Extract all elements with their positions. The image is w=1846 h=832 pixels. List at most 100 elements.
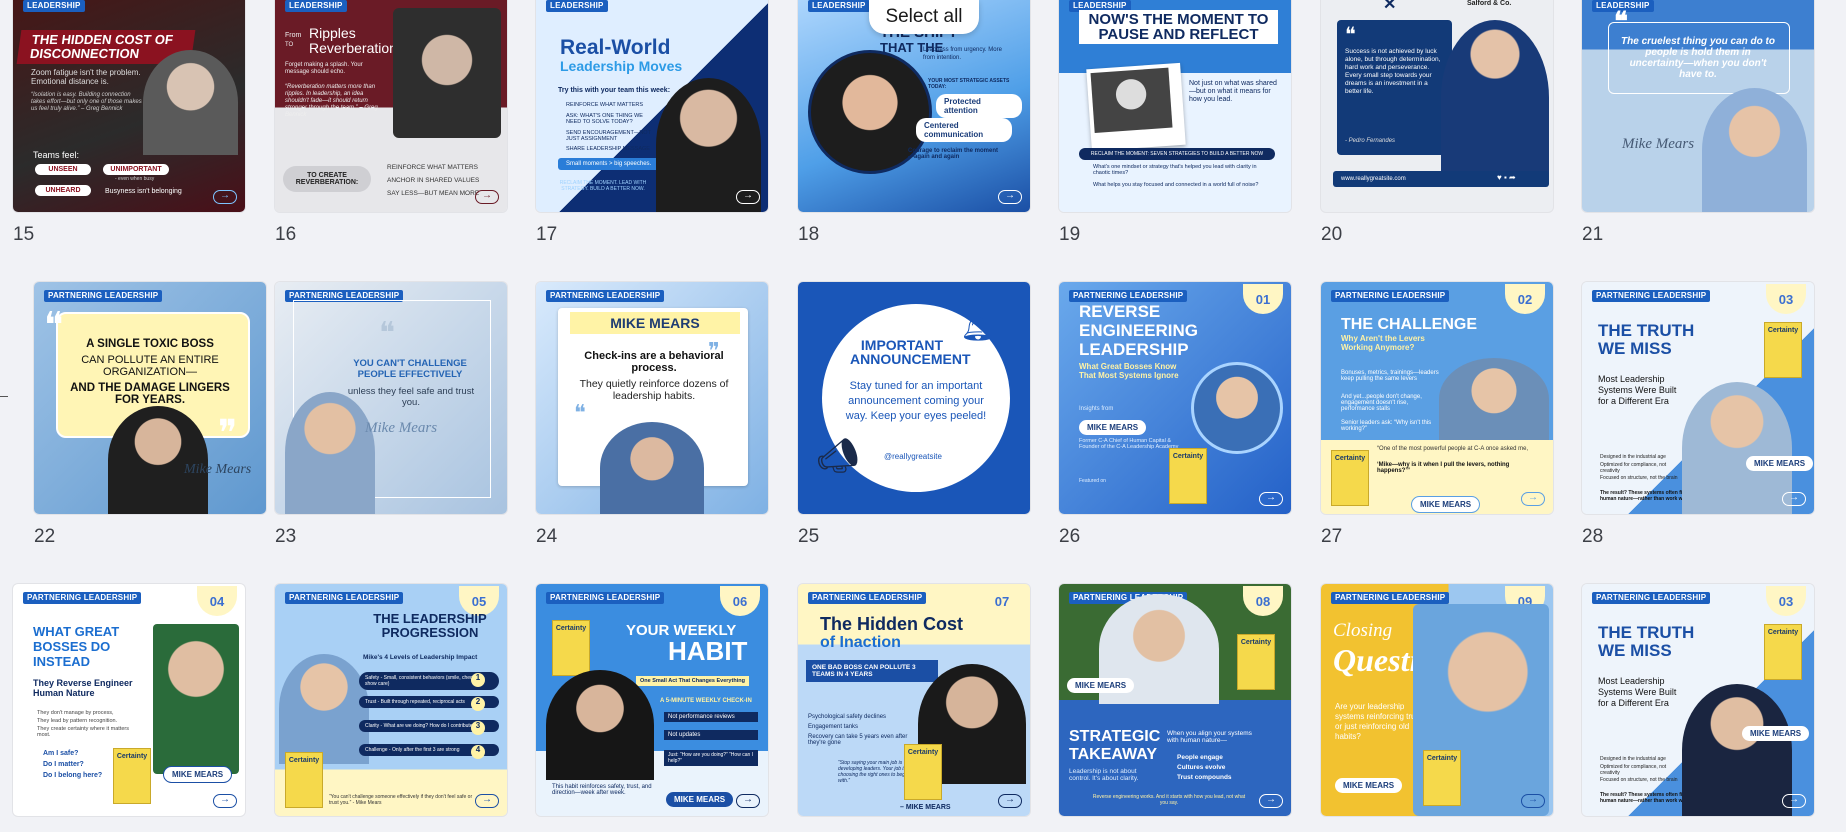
arrow-icon: → bbox=[1782, 492, 1806, 506]
level-number: 1 bbox=[471, 673, 485, 687]
arrow-icon: → bbox=[475, 794, 499, 808]
list-item: Psychological safety declines bbox=[808, 714, 887, 720]
arrow-icon: → bbox=[475, 190, 499, 204]
list-item: Cultures evolve bbox=[1177, 764, 1226, 771]
slide-badge: 04 bbox=[197, 586, 237, 616]
from-label: From bbox=[285, 32, 302, 39]
card-27[interactable]: PARTNERING LEADERSHIP 02 THE CHALLENGE W… bbox=[1321, 282, 1553, 514]
line-1: A SINGLE TOXIC BOSS bbox=[86, 338, 214, 350]
card-24[interactable]: PARTNERING LEADERSHIP MIKE MEARS Check-i… bbox=[536, 282, 768, 514]
list-item: Bonuses, metrics, trainings—leaders keep… bbox=[1341, 370, 1439, 382]
name-pill: MIKE MEARS bbox=[1067, 678, 1135, 693]
quote-mark-icon: ❝ bbox=[1345, 24, 1356, 46]
card-number: 16 bbox=[275, 224, 297, 245]
url-bar: www.reallygreatsite.com bbox=[1333, 171, 1549, 187]
book-cover: Certainty bbox=[1423, 750, 1461, 806]
list-item: They create certainty where it matters m… bbox=[37, 726, 130, 738]
signature: Mike Mears bbox=[184, 462, 252, 477]
handle: @reallygreatsite bbox=[884, 452, 942, 461]
chip: Small moments > big speeches. bbox=[558, 158, 660, 170]
card-title: THE LEADERSHIP PROGRESSION bbox=[373, 611, 487, 640]
card-35[interactable]: PARTNERING LEADERSHIP 03 THE TRUTH WE MI… bbox=[1582, 584, 1814, 816]
brand-tag: PARTNERING LEADERSHIP bbox=[1592, 592, 1711, 604]
check-item: Just: “How are you doing?” “How can I he… bbox=[664, 750, 758, 766]
card-number: 23 bbox=[275, 526, 297, 547]
quote-author: - Pedro Fernandes bbox=[1345, 138, 1396, 144]
card-22[interactable]: PARTNERING LEADERSHIP ❝ A SINGLE TOXIC B… bbox=[34, 282, 266, 514]
name-label: – MIKE MEARS bbox=[900, 804, 951, 811]
card-number: 28 bbox=[1582, 526, 1604, 547]
quote-bold: ‘Mike—why is it when I pull the levers, … bbox=[1377, 462, 1510, 474]
card-sub: Why Aren't the Levers Working Anymore? bbox=[1341, 334, 1425, 352]
card-quote: “Isolation is easy. Building connection … bbox=[31, 92, 142, 112]
card-21[interactable]: LEADERSHIP ❝ The cruelest thing you can … bbox=[1582, 0, 1814, 212]
select-all-button[interactable]: Select all bbox=[869, 0, 979, 34]
card-25[interactable]: 🔔︎ IMPORTANT ANNOUNCEMENT Stay tuned for… bbox=[798, 282, 1030, 514]
to-label: TO bbox=[285, 42, 294, 48]
card-26[interactable]: PARTNERING LEADERSHIP 01 REVERSE ENGINEE… bbox=[1059, 282, 1291, 514]
check-item: Am I safe? bbox=[43, 750, 79, 757]
card-20[interactable]: ✕ Salford & Co. ❝ Success is not achieve… bbox=[1321, 0, 1553, 212]
featured-label: Featured on bbox=[1079, 478, 1106, 484]
arrow-icon: → bbox=[998, 794, 1022, 808]
announcement-body: Stay tuned for an important announcement… bbox=[845, 380, 987, 422]
strip: One Small Act That Changes Everything bbox=[636, 676, 749, 686]
card-23[interactable]: PARTNERING LEADERSHIP ❝ YOU CAN'T CHALLE… bbox=[275, 282, 507, 514]
name-pill: MIKE MEARS bbox=[163, 766, 233, 783]
brand-tag: PARTNERING LEADERSHIP bbox=[1331, 290, 1450, 302]
card-title: NOW'S THE MOMENT TO PAUSE AND REFLECT bbox=[1079, 10, 1278, 44]
card-number: 20 bbox=[1321, 224, 1343, 245]
asset-item: Protected attention bbox=[936, 94, 1022, 118]
line-1: YOU CAN'T CHALLENGE PEOPLE EFFECTIVELY bbox=[353, 358, 467, 380]
line-3: AND THE DAMAGE LINGERS FOR YEARS. bbox=[70, 382, 230, 406]
card-title: WHAT GREAT BOSSES DO INSTEAD bbox=[33, 624, 120, 669]
list-item: SHARE LEADERSHIP MESSAGE bbox=[566, 146, 650, 152]
level-text: Trust - Built through repeated, reciproc… bbox=[365, 699, 465, 705]
word-pill: UNSEEN bbox=[35, 164, 91, 175]
card-32[interactable]: PARTNERING LEADERSHIP 07 The Hidden Cost… bbox=[798, 584, 1030, 816]
card-30[interactable]: PARTNERING LEADERSHIP 05 THE LEADERSHIP … bbox=[275, 584, 507, 816]
card-28[interactable]: PARTNERING LEADERSHIP 03 THE TRUTH WE MI… bbox=[1582, 282, 1814, 514]
arrow-icon: → bbox=[736, 190, 760, 204]
list-item: Optimized for compliance, not creativity bbox=[1600, 462, 1667, 474]
arrow-icon: → bbox=[1782, 794, 1806, 808]
person-photo bbox=[153, 624, 239, 774]
card-16[interactable]: LEADERSHIP From Ripples TO Reverberation… bbox=[275, 0, 507, 212]
slide-badge: 08 bbox=[1243, 586, 1283, 616]
line-2: CAN POLLUTE AN ENTIRE ORGANIZATION— bbox=[81, 354, 219, 378]
card-34[interactable]: PARTNERING LEADERSHIP 09 Closing Questio… bbox=[1321, 584, 1553, 816]
brand-tag: PARTNERING LEADERSHIP bbox=[1069, 290, 1188, 302]
card-17[interactable]: LEADERSHIP Real-World Leadership Moves T… bbox=[536, 0, 768, 212]
card-footer: Busyness isn't belonging bbox=[105, 188, 182, 195]
bio: Former C-A Chief of Human Capital & Foun… bbox=[1079, 438, 1179, 450]
arrow-icon: → bbox=[736, 794, 760, 808]
edge-marker bbox=[0, 396, 8, 397]
card-sub: Forget making a splash. Your message sho… bbox=[285, 62, 363, 75]
title-reverberation: Reverberation bbox=[309, 40, 397, 56]
check-item: Not performance reviews bbox=[664, 712, 758, 722]
card-31[interactable]: PARTNERING LEADERSHIP 06 Certainty YOUR … bbox=[536, 584, 768, 816]
card-15[interactable]: LEADERSHIP THE HIDDEN COST OF DISCONNECT… bbox=[13, 0, 245, 212]
card-19[interactable]: LEADERSHIP NOW'S THE MOMENT TO PAUSE AND… bbox=[1059, 0, 1291, 212]
word-pill: UNIMPORTANT bbox=[103, 164, 169, 175]
card-body: Zoom fatigue isn't the problem. Emotiona… bbox=[31, 68, 141, 86]
person-photo bbox=[393, 8, 501, 138]
card-29[interactable]: PARTNERING LEADERSHIP 04 WHAT GREAT BOSS… bbox=[13, 584, 245, 816]
check-item: Do I matter? bbox=[43, 761, 84, 768]
book-cover: Certainty bbox=[1169, 448, 1207, 504]
arrow-icon: → bbox=[1259, 794, 1283, 808]
slide-badge: 03 bbox=[1766, 586, 1806, 616]
book-cover: Certainty bbox=[1237, 634, 1275, 690]
close-icon: ✕ bbox=[1383, 0, 1397, 13]
person-photo bbox=[108, 406, 208, 514]
card-lead: Try this with your team this week: bbox=[558, 87, 671, 94]
card-number: 25 bbox=[798, 526, 820, 547]
card-33[interactable]: PARTNERING LEADERSHIP 08 Certainty MIKE … bbox=[1059, 584, 1291, 816]
card-number: 22 bbox=[34, 526, 56, 547]
name-pill: MIKE MEARS bbox=[1746, 456, 1814, 471]
card-footer: Reverse engineering works. And it starts… bbox=[1092, 794, 1246, 806]
card-side-text: Not just on what was shared—but on what … bbox=[1189, 80, 1277, 103]
person-photo bbox=[143, 50, 238, 155]
list-item: Trust compounds bbox=[1177, 774, 1232, 781]
card-sub: What Great Bosses Know That Most Systems… bbox=[1079, 362, 1179, 380]
